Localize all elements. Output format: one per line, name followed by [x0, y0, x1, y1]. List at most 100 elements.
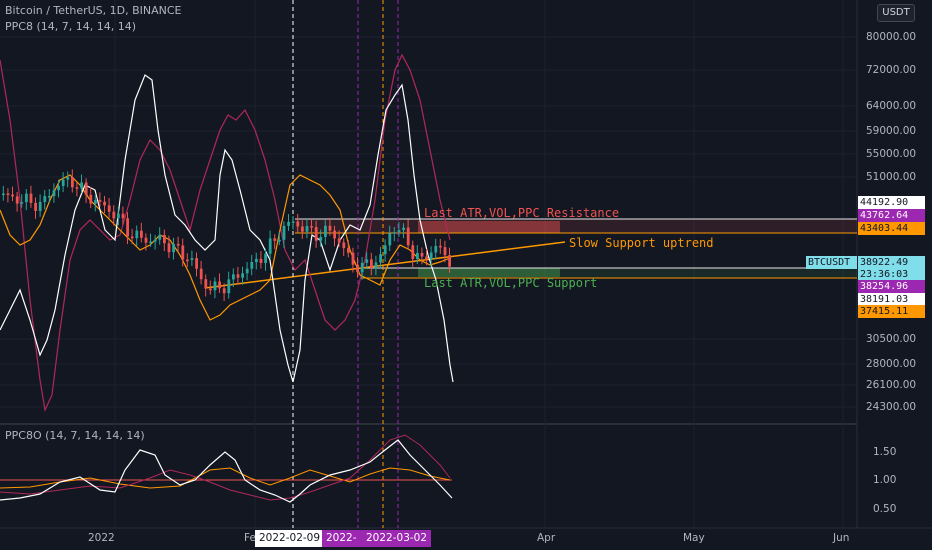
resistance-zone-highlight — [418, 221, 560, 233]
candle-body — [291, 221, 295, 223]
candle-body — [296, 221, 300, 227]
candle-body — [199, 268, 203, 280]
slow-support-annotation[interactable]: Slow Support uptrend — [569, 236, 714, 250]
symbol-badge: BTCUSDT — [806, 256, 857, 269]
candle-body — [429, 252, 433, 260]
candle-body — [135, 230, 139, 239]
candle-body — [328, 225, 332, 231]
candle-body — [84, 182, 88, 195]
candle-body — [236, 274, 240, 278]
support-annotation[interactable]: Last ATR,VOL,PPC Support — [424, 276, 597, 290]
candle-body — [397, 230, 401, 233]
price-label: 72000.00 — [866, 64, 917, 76]
candle-body — [34, 202, 37, 211]
candle-body — [2, 193, 5, 196]
candle-body — [48, 196, 51, 198]
candle-body — [342, 242, 346, 249]
symbol-title[interactable]: Bitcoin / TetherUS, 1D, BINANCE — [5, 4, 182, 17]
candle-body — [273, 238, 277, 241]
candle-body — [163, 234, 166, 244]
time-label: May — [683, 532, 705, 544]
candle-body — [11, 194, 14, 197]
candle-body — [278, 239, 281, 242]
currency-button[interactable]: USDT — [877, 4, 915, 22]
candle-body — [57, 186, 60, 191]
candle-body — [227, 279, 231, 294]
candle-body — [356, 264, 359, 273]
price-badge-37415: 37415.11 — [858, 305, 925, 318]
candle-body — [176, 243, 180, 246]
resistance-annotation[interactable]: Last ATR,VOL,PPC Resistance — [424, 206, 619, 220]
candle-body — [374, 262, 378, 269]
indicator-sub-label[interactable]: PPC8O (14, 7, 14, 14, 14) — [5, 429, 145, 442]
candle-body — [98, 200, 102, 202]
candle-body — [195, 258, 198, 269]
candle-body — [333, 230, 336, 239]
resistance-zone — [295, 219, 857, 233]
price-label: 80000.00 — [866, 31, 917, 43]
candle-body — [52, 190, 56, 197]
price-label: 26100.00 — [866, 379, 917, 391]
candle-body — [365, 259, 369, 263]
candle-body — [406, 227, 410, 246]
candle-body — [218, 281, 221, 289]
price-label: 28000.00 — [866, 358, 917, 370]
price-label: 30500.00 — [866, 333, 917, 345]
candle-body — [439, 245, 442, 248]
chart-stage: Bitcoin / TetherUS, 1D, BINANCE PPC8 (14… — [0, 0, 932, 550]
candle-body — [112, 211, 116, 219]
candle-body — [310, 226, 313, 228]
candle-body — [416, 252, 419, 260]
price-badge-38254: 38254.96 — [858, 280, 925, 293]
candle-body — [20, 202, 24, 204]
candle-body — [443, 247, 447, 256]
candle-body — [347, 248, 350, 253]
candle-body — [402, 227, 405, 231]
candle-body — [94, 200, 97, 204]
candle-body — [117, 213, 120, 219]
price-label: 55000.00 — [866, 148, 917, 160]
candle-body — [149, 241, 152, 244]
candle-body — [140, 230, 143, 238]
candle-body — [264, 253, 267, 263]
candle-body — [213, 281, 217, 291]
time-badge-truncated: 2022-0 — [322, 530, 362, 547]
osc-axis-label: 0.50 — [873, 503, 897, 515]
candle-body — [383, 245, 387, 255]
candle-body — [379, 254, 382, 263]
candle-body — [89, 194, 93, 204]
candle-body — [232, 274, 235, 280]
candle-body — [301, 226, 304, 232]
price-badge-43403: 43403.44 — [858, 222, 925, 235]
time-badge-2022-02-09: 2022-02-09 — [255, 530, 325, 547]
time-label: Apr — [537, 532, 556, 544]
candle-body — [80, 182, 83, 189]
candle-body — [126, 218, 129, 237]
candle-body — [324, 225, 327, 237]
candle-body — [158, 234, 162, 240]
candle-body — [15, 196, 19, 204]
candle-body — [38, 201, 42, 211]
candle-body — [268, 238, 272, 254]
indicator-main-label[interactable]: PPC8 (14, 7, 14, 14, 14) — [5, 20, 136, 33]
candle-body — [130, 236, 134, 239]
candle-body — [61, 179, 65, 187]
candle-body — [222, 288, 226, 294]
candle-body — [448, 255, 451, 267]
candle-body — [245, 268, 249, 274]
candle-body — [434, 245, 438, 253]
candle-body — [29, 193, 33, 203]
candle-body — [420, 252, 424, 257]
osc-axis-label: 1.00 — [873, 474, 897, 486]
candle-body — [66, 177, 70, 180]
candle-body — [172, 243, 175, 253]
time-label: Jun — [833, 532, 850, 544]
price-badge-43762: 43762.64 — [858, 209, 925, 222]
candle-body — [259, 258, 263, 263]
candle-body — [181, 245, 185, 260]
price-chart-canvas[interactable] — [0, 0, 932, 550]
candle-body — [186, 259, 189, 262]
price-label: 51000.00 — [866, 171, 917, 183]
candle-body — [351, 252, 355, 265]
candle-body — [71, 177, 74, 188]
